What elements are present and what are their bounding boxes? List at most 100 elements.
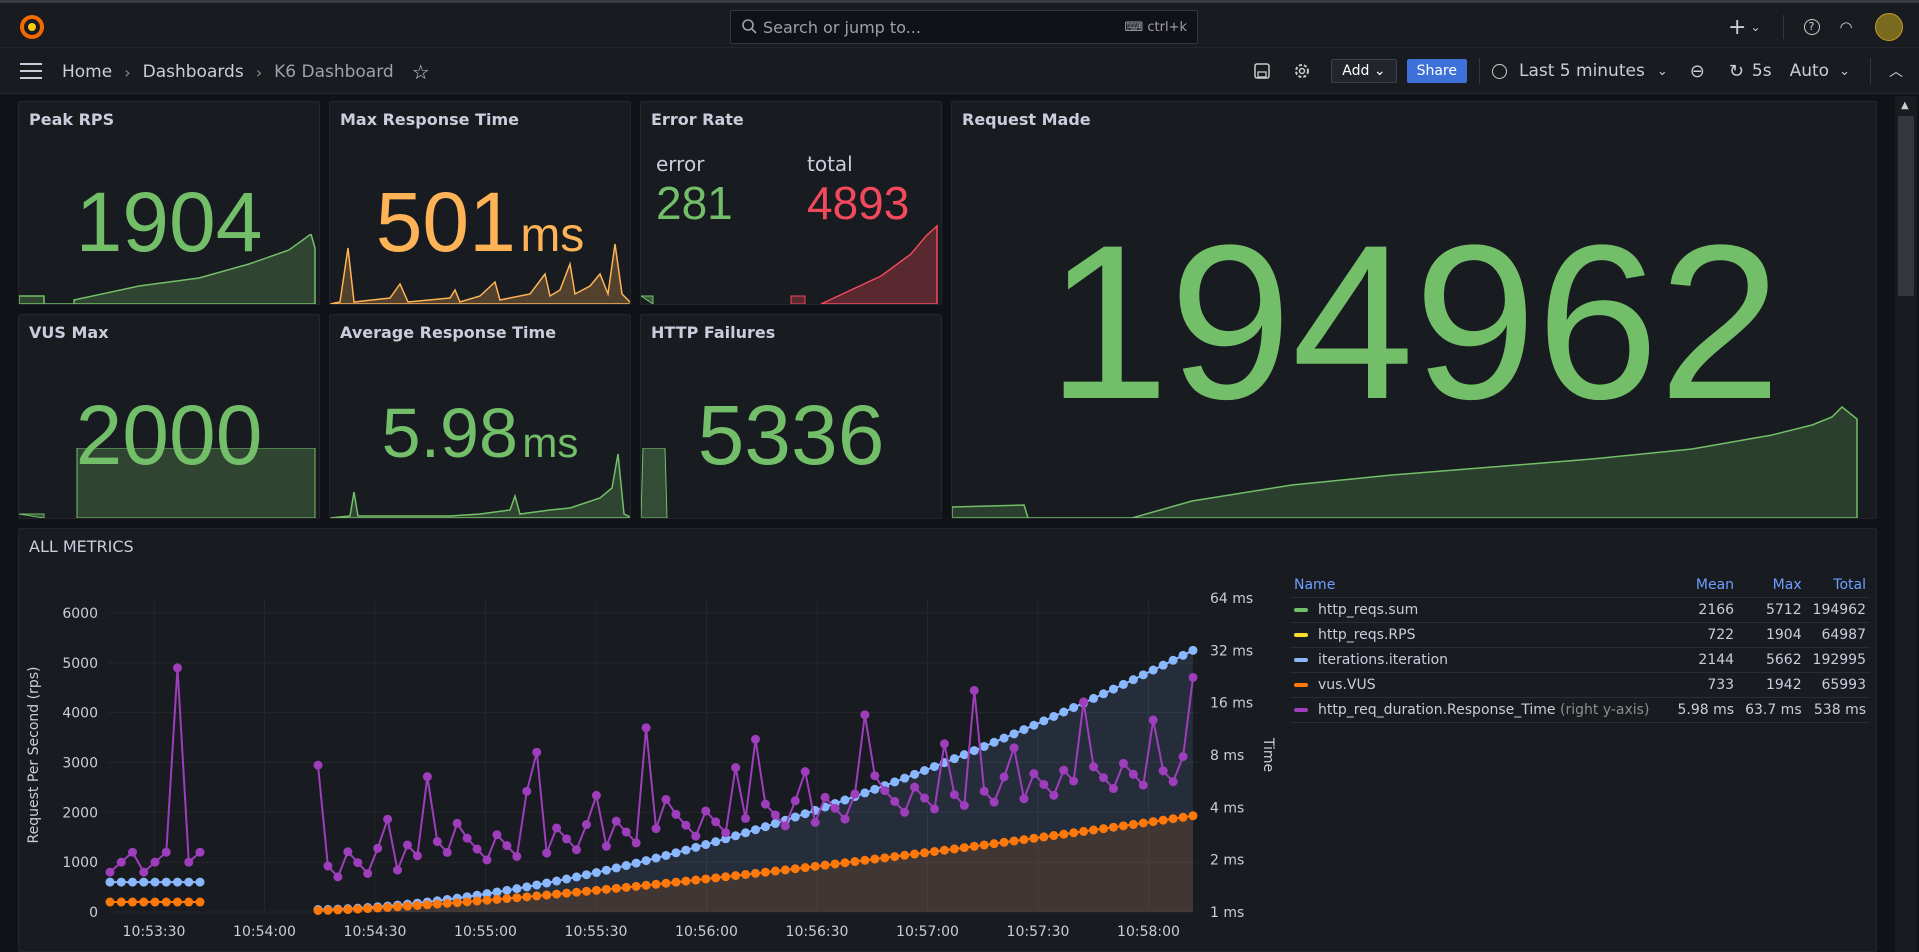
iterations-series-point — [741, 828, 751, 838]
x-tick-label: 10:55:30 — [565, 924, 628, 940]
legend-header-total[interactable]: Total — [1805, 573, 1870, 598]
vus-series-point — [661, 878, 671, 888]
breadcrumb-dashboards[interactable]: Dashboards — [143, 62, 244, 82]
save-icon[interactable] — [1253, 62, 1271, 80]
page-scrollbar[interactable]: ▲ — [1895, 96, 1917, 952]
breadcrumb-home[interactable]: Home — [62, 62, 112, 82]
vus-series-point — [691, 875, 701, 885]
news-rss-icon[interactable]: ◠ — [1840, 18, 1853, 36]
vus-series-point — [711, 873, 721, 883]
search-placeholder: Search or jump to... — [763, 18, 921, 37]
response-time-series-point — [184, 857, 194, 867]
new-plus-icon[interactable]: + — [1728, 15, 1746, 40]
iterations-series-point — [800, 809, 810, 819]
response-time-series-point — [105, 867, 115, 877]
legend-header-name[interactable]: Name — [1290, 573, 1671, 598]
iterations-series-point — [1178, 650, 1188, 660]
avatar[interactable] — [1874, 13, 1903, 41]
vus-series-point — [552, 889, 562, 899]
vus-series-point — [751, 868, 760, 878]
response-time-series-point — [751, 734, 760, 744]
response-time-series-point — [313, 760, 323, 770]
time-picker[interactable]: Last 5 minutes ⌄ — [1491, 61, 1668, 81]
response-time-series-point — [128, 847, 137, 857]
vus-series-point — [920, 848, 930, 858]
response-time-series-point — [116, 857, 126, 867]
iterations-series-point — [1138, 670, 1148, 680]
iterations-series-point — [1148, 665, 1158, 675]
vus-series-point — [611, 883, 621, 893]
response-time-series-point — [591, 790, 601, 800]
iterations-series-point — [195, 877, 205, 887]
response-time-series-point — [671, 809, 681, 819]
legend-header-mean[interactable]: Mean — [1670, 573, 1739, 598]
refresh-mode-picker[interactable]: Auto ⌄ — [1790, 61, 1850, 81]
response-time-series-point — [1118, 758, 1128, 768]
iterations-series-point — [641, 856, 651, 866]
star-icon[interactable]: ☆ — [412, 60, 430, 84]
legend-row[interactable]: http_reqs.sum 2166 5712 194962 — [1290, 597, 1870, 623]
iterations-series-point — [1019, 725, 1029, 735]
response-time-series-point — [343, 847, 353, 857]
add-button[interactable]: Add ⌄ — [1331, 59, 1397, 83]
response-time-series-point — [1059, 765, 1069, 775]
vus-series-point — [890, 852, 900, 862]
iterations-series-point — [1049, 711, 1059, 721]
vus-series-point — [820, 860, 830, 870]
legend-row[interactable]: http_reqs.RPS 722 1904 64987 — [1290, 622, 1870, 648]
vus-series-point — [741, 869, 751, 879]
gear-icon[interactable] — [1293, 62, 1311, 80]
series-total: 194962 — [1805, 597, 1870, 623]
search-input[interactable]: Search or jump to... ⌨ ctrl+k — [730, 10, 1198, 44]
help-icon[interactable]: ? — [1803, 19, 1820, 35]
error-rate-panel: Error Rate error 281 total 4893 — [640, 101, 942, 305]
iterations-series-point — [1059, 707, 1069, 717]
y2-tick-label: 2 ms — [1210, 853, 1244, 869]
zoom-out-icon[interactable]: ⊖ — [1690, 61, 1705, 82]
response-time-series-point — [711, 817, 721, 827]
response-time-series-point — [601, 841, 611, 851]
vus-series-point — [790, 864, 800, 874]
share-button[interactable]: Share — [1406, 59, 1467, 83]
legend-row[interactable]: vus.VUS 733 1942 65993 — [1290, 672, 1870, 698]
response-time-series-point — [512, 851, 522, 861]
iterations-series-point — [591, 868, 601, 878]
grafana-logo-icon[interactable] — [18, 13, 46, 41]
refresh-button[interactable]: ↻ 5s — [1729, 61, 1772, 82]
response-time-series-point — [1138, 780, 1148, 790]
menu-icon[interactable] — [20, 63, 42, 79]
iterations-series-point — [840, 795, 850, 805]
vus-series-point — [1059, 829, 1069, 839]
series-name: iterations.iteration — [1318, 652, 1449, 668]
vus-series-point — [721, 872, 731, 882]
legend-row[interactable]: http_req_duration.Response_Time (right y… — [1290, 697, 1870, 723]
x-tick-label: 10:56:30 — [786, 924, 849, 940]
iterations-series-point — [890, 777, 900, 787]
response-time-series-point — [1069, 776, 1079, 786]
response-time-series-point — [920, 793, 930, 803]
vus-series-point — [701, 874, 711, 884]
scroll-up-icon[interactable]: ▲ — [1901, 100, 1909, 111]
vus-series-point — [1029, 833, 1039, 843]
iterations-series-point — [701, 840, 711, 850]
chevron-down-icon[interactable]: ⌄ — [1750, 20, 1760, 34]
scrollbar-thumb[interactable] — [1898, 116, 1914, 296]
series-swatch — [1294, 708, 1308, 712]
iterations-series-point — [989, 737, 999, 747]
chart-legend: Name Mean Max Total http_reqs.sum 2166 5… — [1290, 573, 1870, 723]
legend-row[interactable]: iterations.iteration 2144 5662 192995 — [1290, 647, 1870, 673]
chevron-up-icon[interactable]: ︿ — [1889, 61, 1903, 81]
series-axis-note: (right y-axis) — [1560, 702, 1650, 718]
response-time-series-point — [691, 831, 701, 841]
iterations-series-point — [671, 848, 681, 858]
response-time-series-point — [830, 803, 840, 813]
legend-header-max[interactable]: Max — [1738, 573, 1806, 598]
vus-series-point — [482, 895, 492, 905]
iterations-series-point — [631, 858, 641, 868]
iterations-series-point — [173, 877, 182, 887]
total-label: total — [807, 152, 853, 176]
response-time-series-point — [910, 782, 920, 792]
search-icon — [742, 19, 757, 34]
vus-series-point — [1188, 811, 1198, 821]
response-time-series-point — [1049, 790, 1059, 800]
